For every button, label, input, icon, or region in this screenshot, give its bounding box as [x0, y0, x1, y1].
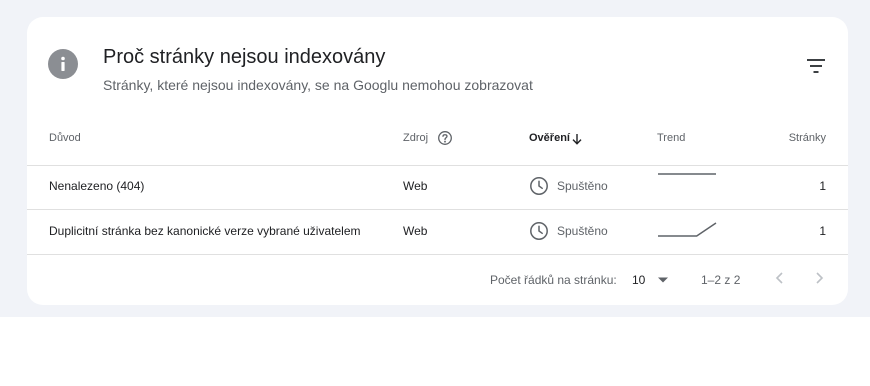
- card-subtitle: Stránky, které nejsou indexovány, se na …: [103, 77, 533, 93]
- rows-per-page-label: Počet řádků na stránku:: [490, 273, 617, 287]
- row-2-reason[interactable]: Duplicitní stránka bez kanonické verze v…: [49, 224, 360, 238]
- card-header: Proč stránky nejsou indexovány Stránky, …: [27, 17, 848, 117]
- column-header-source[interactable]: Zdroj: [403, 132, 428, 144]
- row-divider: [27, 254, 848, 255]
- row-divider: [27, 209, 848, 210]
- previous-page-button[interactable]: [768, 266, 792, 290]
- chevron-right-icon: [816, 272, 824, 284]
- row-1-trend-sparkline: [658, 173, 716, 175]
- card-title: Proč stránky nejsou indexovány: [103, 46, 386, 68]
- trend-line: [658, 222, 717, 237]
- header-divider: [27, 165, 848, 166]
- clock-icon: [529, 176, 549, 196]
- next-page-button[interactable]: [807, 266, 831, 290]
- rows-per-page-select[interactable]: 10: [629, 269, 675, 291]
- row-2-source: Web: [403, 224, 428, 238]
- caret-down-icon: [658, 277, 668, 283]
- column-header-reason[interactable]: Důvod: [49, 132, 81, 144]
- row-1-validation-status: Spuštěno: [557, 179, 608, 193]
- row-1-reason[interactable]: Nenalezeno (404): [49, 179, 144, 193]
- filter-icon: [807, 59, 825, 73]
- pagination-range: 1–2 z 2: [701, 273, 741, 287]
- row-2-trend-sparkline: [658, 222, 717, 237]
- not-indexed-reasons-card: Proč stránky nejsou indexovány Stránky, …: [27, 17, 848, 305]
- row-1-pages: 1: [819, 179, 826, 193]
- column-header-validation[interactable]: Ověření: [529, 132, 570, 144]
- column-header-trend: Trend: [657, 132, 686, 144]
- row-2-validation-status: Spuštěno: [557, 224, 608, 238]
- row-2-pages: 1: [819, 224, 826, 238]
- info-icon: [48, 49, 78, 79]
- help-icon[interactable]: [437, 130, 453, 146]
- arrow-down-icon[interactable]: [570, 132, 584, 146]
- filter-button[interactable]: [802, 52, 830, 80]
- column-header-pages[interactable]: Stránky: [789, 132, 826, 144]
- rows-per-page-value: 10: [632, 273, 646, 287]
- chevron-left-icon: [775, 272, 783, 284]
- row-1-source: Web: [403, 179, 428, 193]
- clock-icon: [529, 221, 549, 241]
